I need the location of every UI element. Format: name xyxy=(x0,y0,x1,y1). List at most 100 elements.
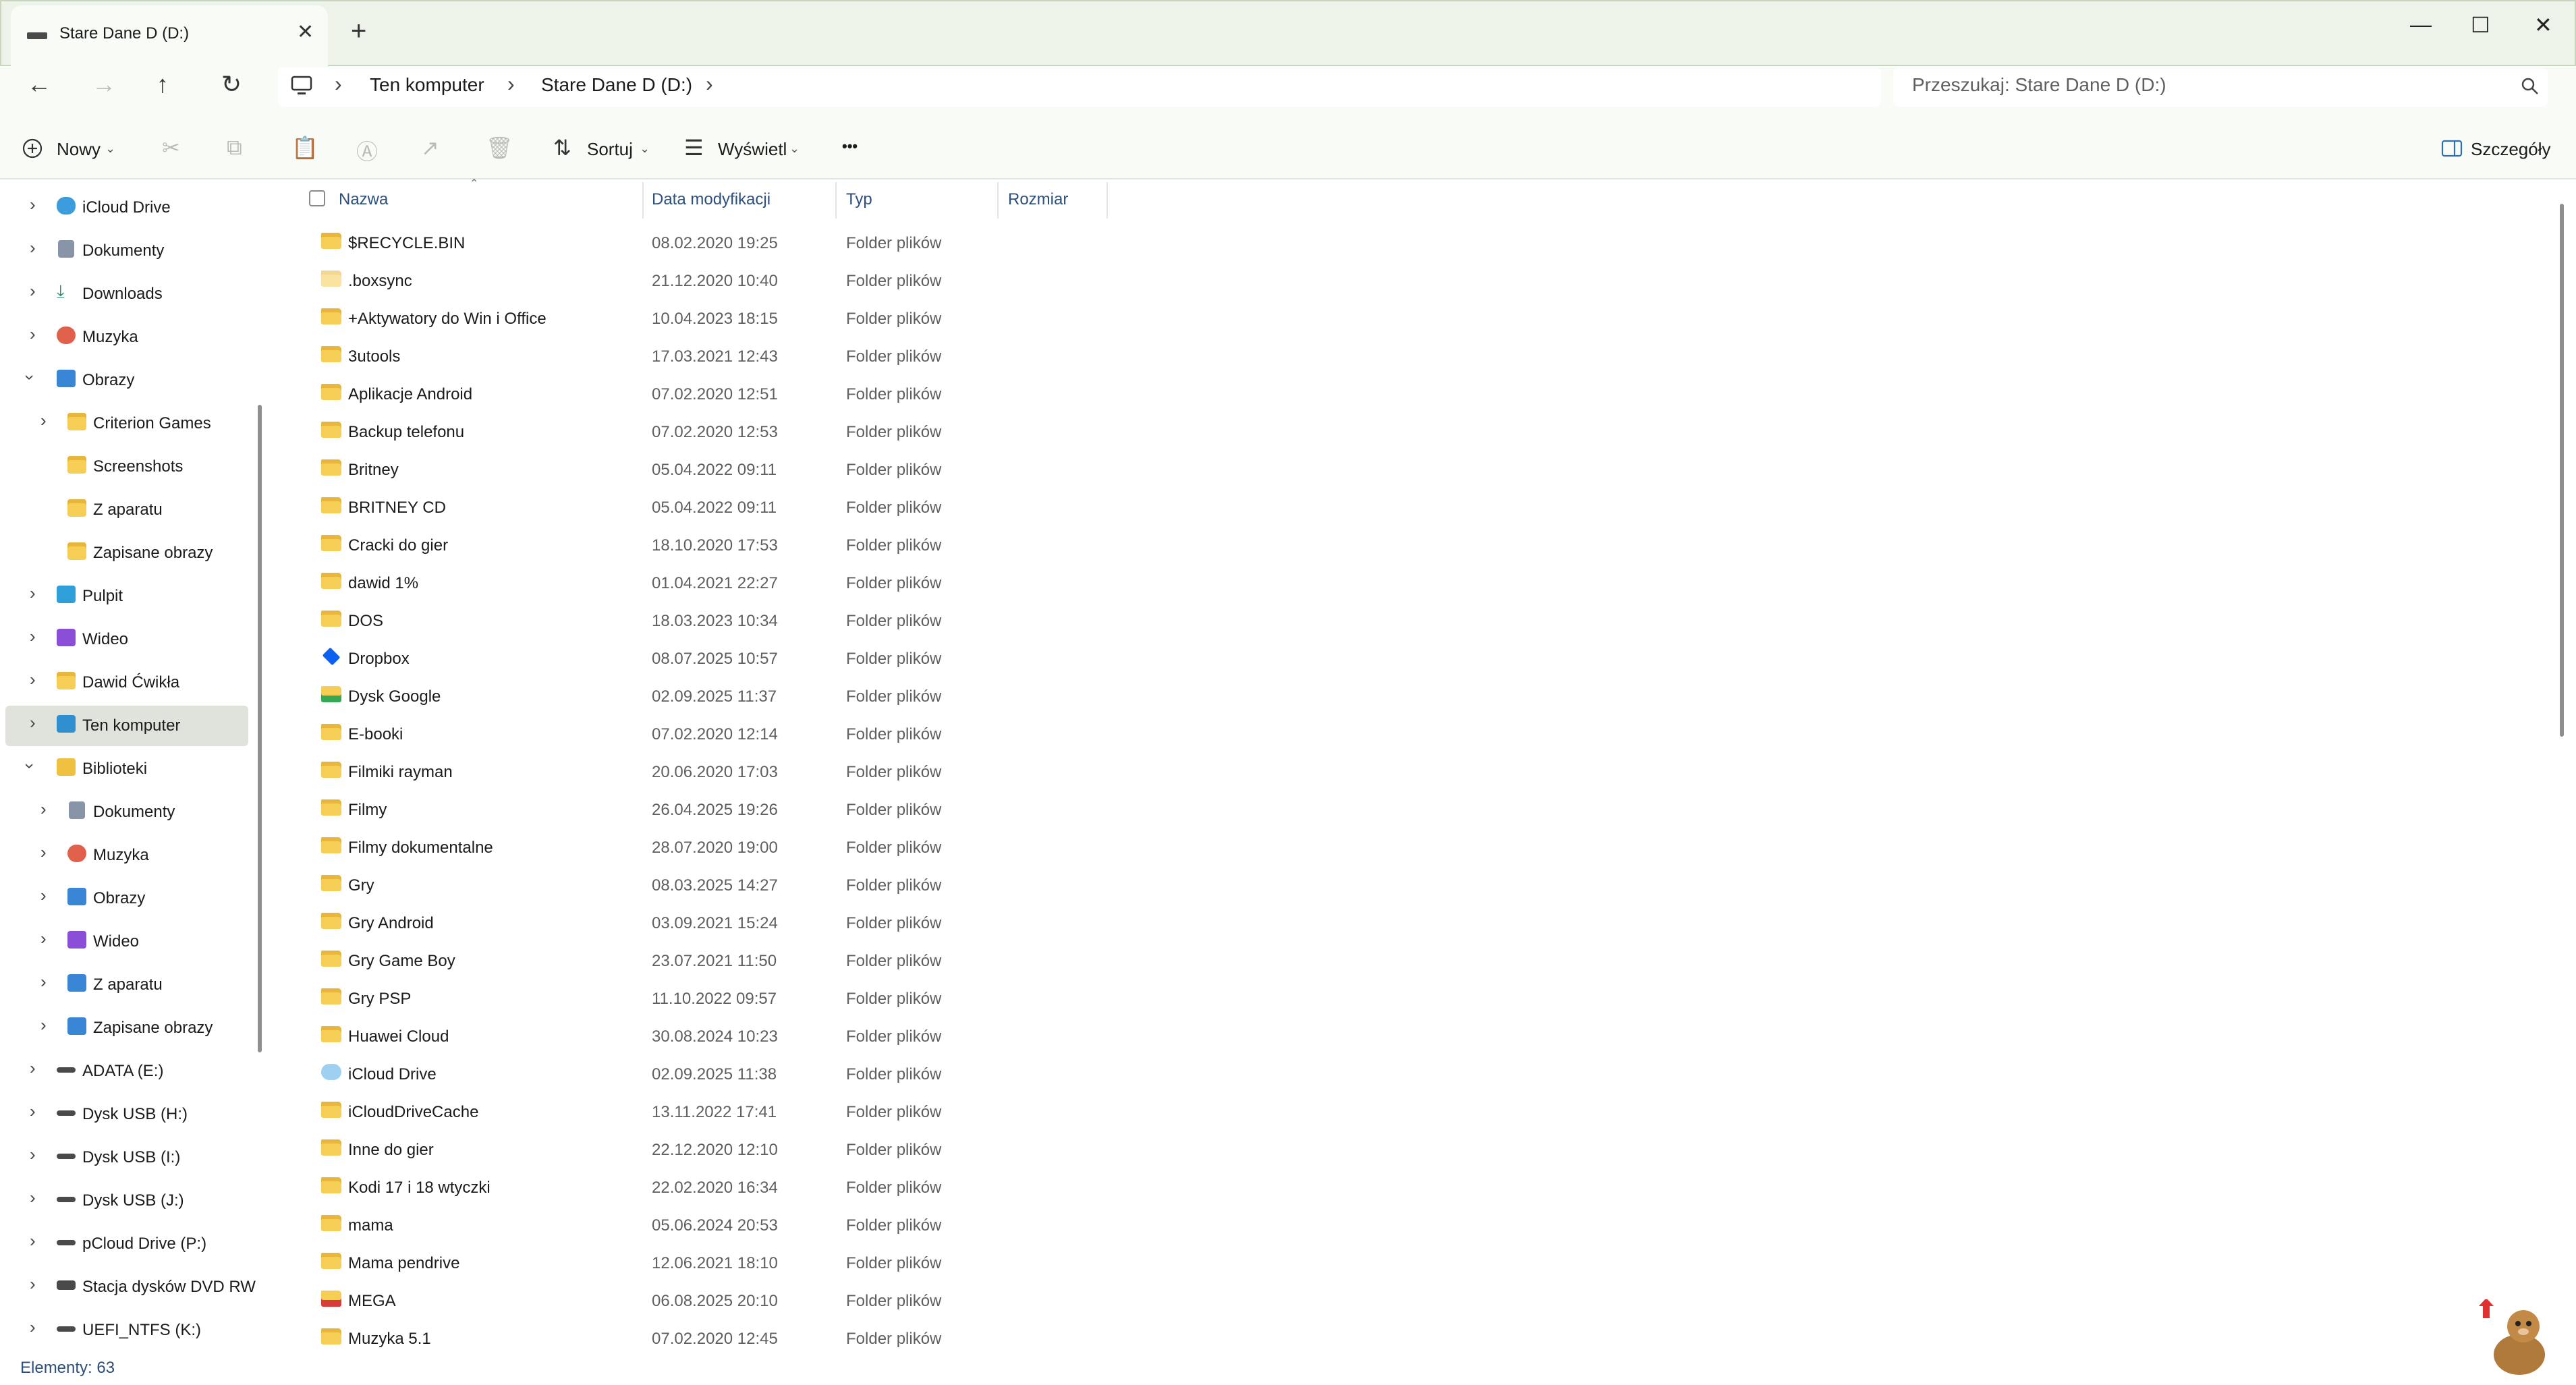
column-divider[interactable] xyxy=(1107,182,1108,219)
file-row[interactable]: Gry PSP 11.10.2022 09:57 Folder plików xyxy=(310,980,1187,1018)
file-row[interactable]: +Aktywatory do Win i Office 10.04.2023 18… xyxy=(310,300,1187,338)
sidebar-item-muzyka[interactable]: › Muzyka xyxy=(0,317,250,358)
chevron-right-icon[interactable]: › xyxy=(30,1101,36,1122)
file-row[interactable]: dawid 1% 01.04.2021 22:27 Folder plików xyxy=(310,565,1187,602)
rename-icon[interactable]: Ⓐ xyxy=(356,135,378,166)
sidebar-item-dysk-usb-j[interactable]: › Dysk USB (J:) xyxy=(0,1181,250,1221)
sort-button[interactable]: ⇅ Sortuj ⌄ xyxy=(553,134,654,166)
sidebar-item-biblioteki[interactable]: › Biblioteki xyxy=(0,749,250,789)
chevron-right-icon[interactable]: › xyxy=(30,1317,36,1338)
refresh-button[interactable]: ↻ xyxy=(221,70,242,98)
chevron-right-icon[interactable]: › xyxy=(40,885,47,906)
file-row[interactable]: Filmiki rayman 20.06.2020 17:03 Folder pli… xyxy=(310,754,1187,791)
file-list-scrollbar[interactable] xyxy=(2560,204,2564,737)
chevron-down-icon[interactable]: › xyxy=(20,374,40,380)
column-divider[interactable] xyxy=(997,182,999,219)
sidebar-item-lib-z-aparatu[interactable]: › Z aparatu xyxy=(0,965,250,1005)
column-header-size[interactable]: Rozmiar xyxy=(1008,190,1068,209)
file-row[interactable]: Aplikacje Android 07.02.2020 12:51 Folder … xyxy=(310,376,1187,414)
share-icon[interactable]: ↗ xyxy=(421,135,439,161)
chevron-right-icon[interactable]: › xyxy=(30,626,36,647)
chevron-down-icon[interactable]: › xyxy=(20,763,40,769)
file-row[interactable]: Gry 08.03.2025 14:27 Folder plików xyxy=(310,867,1187,905)
paste-icon[interactable]: 📋 xyxy=(291,135,318,161)
new-tab-button[interactable]: + xyxy=(351,16,366,47)
file-row[interactable]: Dropbox 08.07.2025 10:57 Folder plików xyxy=(310,640,1187,678)
back-button[interactable]: ← xyxy=(27,70,51,98)
sidebar-item-lib-wideo[interactable]: › Wideo xyxy=(0,922,250,962)
tab-close-button[interactable]: ✕ xyxy=(297,20,314,44)
sidebar-item-pulpit[interactable]: › Pulpit xyxy=(0,576,250,617)
more-options-button[interactable]: ••• xyxy=(842,138,858,155)
file-row[interactable]: Backup telefonu 07.02.2020 12:53 Folder pl… xyxy=(310,414,1187,451)
column-divider[interactable] xyxy=(835,182,837,219)
maximize-button[interactable]: ☐ xyxy=(2471,12,2490,38)
sidebar-item-downloads[interactable]: › ⤓ Downloads xyxy=(0,274,250,314)
sidebar-item-dysk-usb-i[interactable]: › Dysk USB (I:) xyxy=(0,1137,250,1178)
chevron-right-icon[interactable]: › xyxy=(30,237,36,258)
sidebar-item-pcloud-drive[interactable]: › pCloud Drive (P:) xyxy=(0,1224,250,1264)
minimize-button[interactable]: — xyxy=(2410,12,2432,37)
address-bar[interactable] xyxy=(278,67,1881,107)
chevron-right-icon[interactable]: › xyxy=(30,712,36,733)
chevron-right-icon[interactable]: › xyxy=(40,928,47,949)
file-row[interactable]: Inne do gier 22.12.2020 12:10 Folder plikó… xyxy=(310,1131,1187,1169)
chevron-right-icon[interactable]: › xyxy=(30,669,36,690)
file-row[interactable]: Gry Game Boy 23.07.2021 11:50 Folder plikó… xyxy=(310,942,1187,980)
breadcrumb-stare-dane-d[interactable]: Stare Dane D (D:) xyxy=(541,74,692,96)
file-row[interactable]: Muzyka 5.1 07.02.2020 12:45 Folder plików xyxy=(310,1320,1187,1358)
file-row[interactable]: iCloudDriveCache 13.11.2022 17:41 Folder p… xyxy=(310,1094,1187,1131)
sidebar-item-lib-muzyka[interactable]: › Muzyka xyxy=(0,835,250,876)
chevron-right-icon[interactable]: › xyxy=(40,842,47,863)
chevron-right-icon[interactable]: › xyxy=(30,324,36,345)
column-header-date[interactable]: Data modyfikacji xyxy=(652,190,771,209)
sidebar-item-dawid-cwikla[interactable]: › Dawid Ćwikła xyxy=(0,662,250,703)
chevron-right-icon[interactable]: › xyxy=(30,1187,36,1208)
file-row[interactable]: BRITNEY CD 05.04.2022 09:11 Folder plików xyxy=(310,489,1187,527)
file-row[interactable]: Huawei Cloud 30.08.2024 10:23 Folder plikó… xyxy=(310,1018,1187,1056)
chevron-right-icon[interactable]: › xyxy=(40,410,47,431)
details-pane-button[interactable]: Szczegóły xyxy=(2441,134,2556,166)
close-button[interactable]: ✕ xyxy=(2534,12,2552,38)
sidebar-item-uefi-ntfs[interactable]: › UEFI_NTFS (K:) xyxy=(0,1310,250,1351)
chevron-right-icon[interactable]: › xyxy=(40,799,47,820)
sidebar-item-screenshots[interactable]: Screenshots xyxy=(0,447,250,487)
file-row[interactable]: 3utools 17.03.2021 12:43 Folder plików xyxy=(310,338,1187,376)
sidebar-item-wideo[interactable]: › Wideo xyxy=(0,619,250,660)
view-button[interactable]: ☰ Wyświetl ⌄ xyxy=(684,134,806,166)
sidebar-item-dvd-rw[interactable]: › Stacja dysków DVD RW xyxy=(0,1267,256,1307)
sidebar-item-icloud-drive[interactable]: › iCloud Drive xyxy=(0,188,250,228)
file-row[interactable]: Britney 05.04.2022 09:11 Folder plików xyxy=(310,451,1187,489)
sidebar-item-lib-dokumenty[interactable]: › Dokumenty xyxy=(0,792,250,832)
forward-button[interactable]: → xyxy=(92,70,116,98)
file-row[interactable]: Filmy 26.04.2025 19:26 Folder plików xyxy=(310,791,1187,829)
delete-icon[interactable]: 🗑 xyxy=(486,135,513,161)
chevron-right-icon[interactable]: › xyxy=(30,1058,36,1079)
tab-current[interactable]: Stare Dane D (D:) ✕ xyxy=(11,5,328,66)
search-input[interactable]: Przeszukaj: Stare Dane D (D:) xyxy=(1912,74,2166,96)
cut-icon[interactable]: ✂ xyxy=(162,135,180,161)
sidebar-item-ten-komputer[interactable]: › Ten komputer xyxy=(5,706,248,746)
chevron-right-icon[interactable]: › xyxy=(30,1144,36,1165)
select-all-checkbox[interactable] xyxy=(309,190,325,206)
sidebar-item-dokumenty[interactable]: › Dokumenty xyxy=(0,231,250,271)
copy-icon[interactable]: ⧉ xyxy=(227,135,242,161)
chevron-right-icon[interactable]: › xyxy=(40,1015,47,1036)
up-button[interactable]: ↑ xyxy=(157,70,169,98)
file-row[interactable]: .boxsync 21.12.2020 10:40 Folder plików xyxy=(310,262,1187,300)
chevron-right-icon[interactable]: › xyxy=(30,281,36,302)
sidebar-item-criterion-games[interactable]: › Criterion Games xyxy=(0,403,250,444)
file-row[interactable]: Mama pendrive 12.06.2021 18:10 Folder plik… xyxy=(310,1245,1187,1282)
sidebar-item-obrazy[interactable]: › Obrazy xyxy=(0,360,250,401)
sidebar-item-adata[interactable]: › ADATA (E:) xyxy=(0,1051,250,1092)
chevron-right-icon[interactable]: › xyxy=(30,583,36,604)
sidebar-item-zapisane-obrazy[interactable]: Zapisane obrazy xyxy=(0,533,250,573)
file-row[interactable]: iCloud Drive 02.09.2025 11:38 Folder plikó… xyxy=(310,1056,1187,1094)
file-row[interactable]: MEGA 06.08.2025 20:10 Folder plików xyxy=(310,1282,1187,1320)
new-button[interactable]: Nowy ⌄ xyxy=(22,134,123,166)
sidebar-item-lib-zapisane-obrazy[interactable]: › Zapisane obrazy xyxy=(0,1008,250,1048)
sidebar-item-z-aparatu[interactable]: Z aparatu xyxy=(0,490,250,530)
file-row[interactable]: Filmy dokumentalne 28.07.2020 19:00 Folder… xyxy=(310,829,1187,867)
file-row[interactable]: E-booki 07.02.2020 12:14 Folder plików xyxy=(310,716,1187,754)
sidebar-item-dysk-usb-h[interactable]: › Dysk USB (H:) xyxy=(0,1094,250,1135)
